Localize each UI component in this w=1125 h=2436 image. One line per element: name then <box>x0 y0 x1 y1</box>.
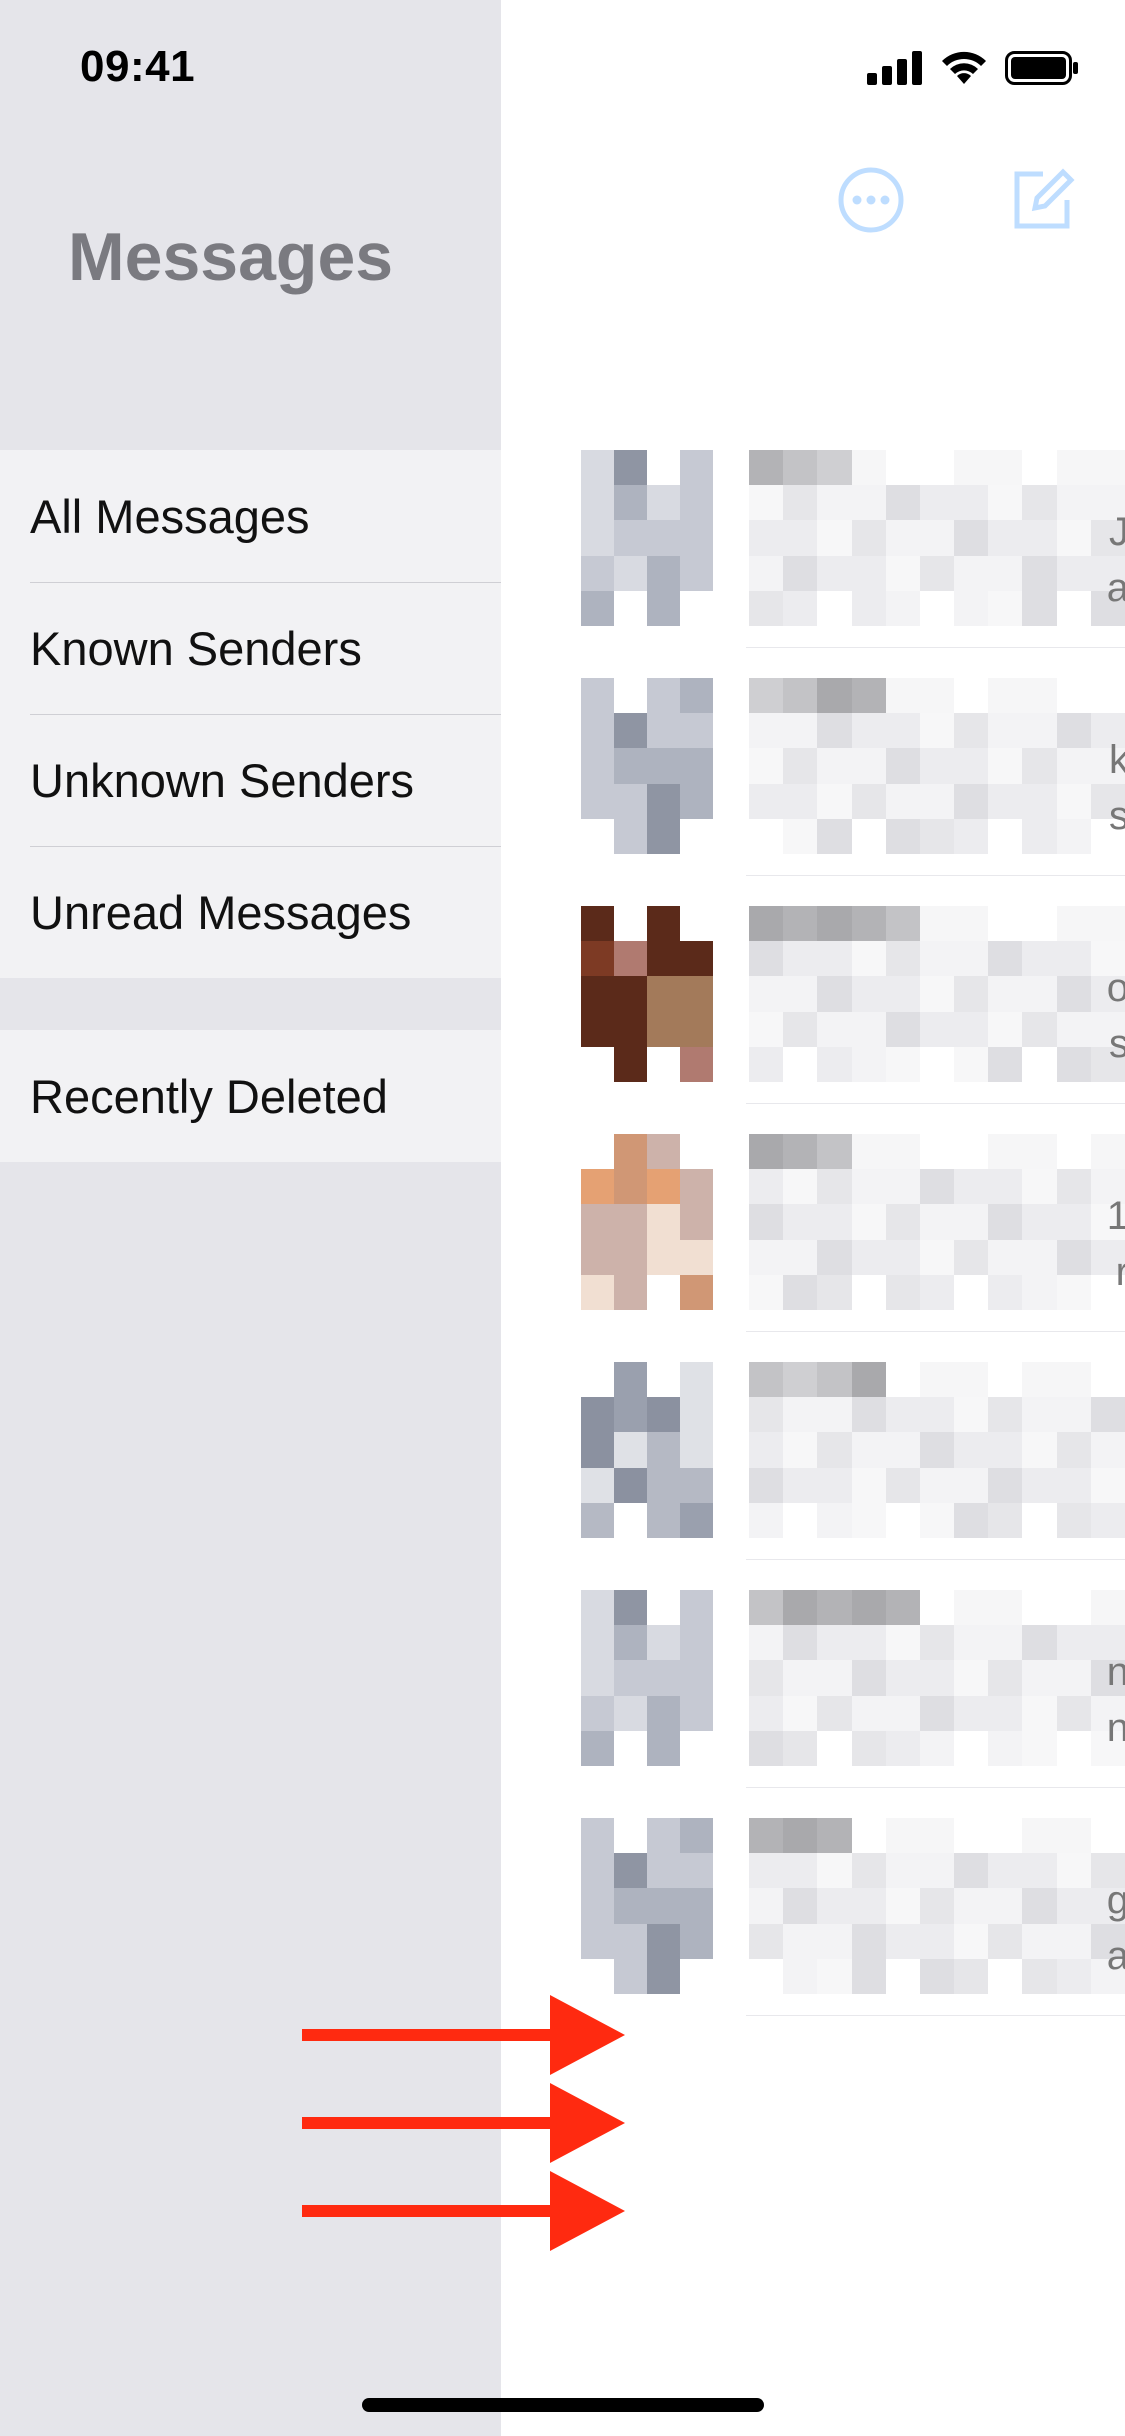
conversation-row[interactable]: ga <box>571 1788 1125 2016</box>
filter-label: Known Senders <box>30 621 362 675</box>
message-preview-pixelated <box>749 1818 1125 1994</box>
cellular-signal-icon <box>867 51 922 85</box>
clipped-text-fragment: o <box>1106 966 1125 1010</box>
filter-label: Unknown Senders <box>30 753 415 807</box>
home-indicator[interactable] <box>362 2398 764 2412</box>
compose-icon[interactable] <box>1001 160 1081 240</box>
clipped-text-fragment: n <box>1106 1706 1125 1750</box>
conversation-row[interactable]: ks <box>571 648 1125 876</box>
message-preview-pixelated <box>749 1362 1125 1538</box>
message-preview-pixelated <box>749 1134 1125 1310</box>
conversation-row[interactable]: Ja <box>571 420 1125 648</box>
contact-avatar <box>581 450 713 626</box>
contact-avatar <box>581 1590 713 1766</box>
message-preview-pixelated <box>749 450 1125 626</box>
contact-avatar <box>581 1362 713 1538</box>
clipped-text-fragment: r <box>1115 1250 1125 1294</box>
filter-recently-deleted[interactable]: Recently Deleted <box>0 1030 501 1162</box>
conversation-row[interactable] <box>571 1332 1125 1560</box>
conversation-row[interactable]: nn <box>571 1560 1125 1788</box>
filter-unread-messages[interactable]: Unread Messages <box>0 846 501 978</box>
battery-icon <box>1005 51 1078 85</box>
contact-avatar <box>581 1134 713 1310</box>
filter-list: All Messages Known Senders Unknown Sende… <box>0 450 501 978</box>
filter-all-messages[interactable]: All Messages <box>0 450 501 582</box>
clipped-text-fragment: g <box>1106 1878 1125 1922</box>
message-preview-pixelated <box>749 1590 1125 1766</box>
status-time: 09:41 <box>80 42 196 91</box>
contact-avatar <box>581 906 713 1082</box>
message-preview-pixelated <box>749 678 1125 854</box>
clipped-text-fragment: J <box>1109 510 1125 554</box>
filter-label: Unread Messages <box>30 885 412 939</box>
ellipsis-circle-icon[interactable] <box>831 160 911 240</box>
wifi-icon <box>942 51 986 84</box>
clipped-text-fragment: s <box>1109 794 1125 838</box>
clipped-text-fragment: a <box>1106 1934 1125 1978</box>
filter-unknown-senders[interactable]: Unknown Senders <box>0 714 501 846</box>
status-icons <box>867 50 1079 86</box>
message-preview-pixelated <box>749 906 1125 1082</box>
red-arrow-annotation <box>302 2083 625 2163</box>
red-arrow-annotation <box>302 2171 625 2251</box>
sidebar-title: Messages <box>68 219 394 295</box>
clipped-text-fragment: 1 <box>1106 1194 1125 1238</box>
secondary-filter-list: Recently Deleted <box>0 1030 501 1162</box>
contact-avatar <box>581 1818 713 1994</box>
conversation-row[interactable]: os <box>571 876 1125 1104</box>
filter-label: All Messages <box>30 489 310 543</box>
red-arrow-annotation <box>302 1995 625 2075</box>
filter-known-senders[interactable]: Known Senders <box>0 582 501 714</box>
contact-avatar <box>581 678 713 854</box>
filter-label: Recently Deleted <box>30 1069 388 1123</box>
conversation-row[interactable]: 1r <box>571 1104 1125 1332</box>
clipped-text-fragment: s <box>1109 1022 1125 1066</box>
clipped-text-fragment: n <box>1106 1650 1125 1694</box>
clipped-text-fragment: a <box>1106 566 1125 610</box>
clipped-text-fragment: k <box>1109 738 1125 782</box>
